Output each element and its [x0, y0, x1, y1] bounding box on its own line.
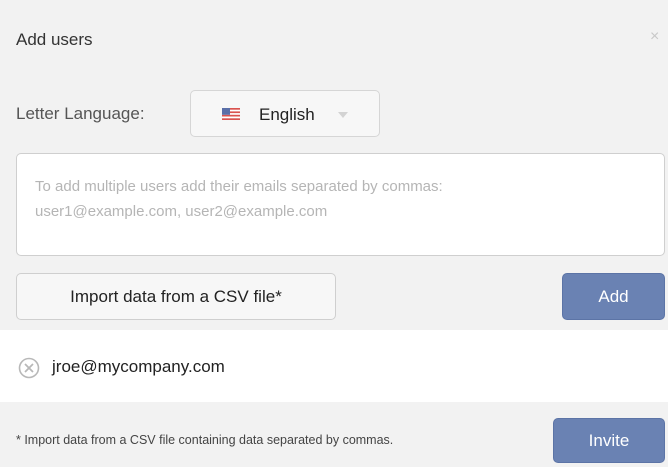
user-email: jroe@mycompany.com: [52, 357, 225, 376]
import-csv-button[interactable]: Import data from a CSV file*: [16, 273, 336, 320]
csv-footnote: * Import data from a CSV file containing…: [16, 433, 394, 447]
letter-language-label: Letter Language:: [16, 104, 145, 123]
add-users-dialog: Add users × Letter Language: English Imp…: [0, 0, 668, 467]
list-item: jroe@mycompany.com: [0, 330, 668, 402]
user-list: jroe@mycompany.com: [0, 330, 668, 402]
emails-input[interactable]: [16, 153, 665, 256]
invite-button[interactable]: Invite: [553, 418, 665, 463]
language-select[interactable]: English: [190, 90, 380, 137]
dialog-title: Add users: [16, 30, 93, 49]
language-selected-value: English: [259, 105, 315, 124]
close-icon[interactable]: ×: [650, 28, 659, 46]
chevron-down-icon: [338, 112, 348, 118]
us-flag-icon: [222, 108, 240, 120]
add-button[interactable]: Add: [562, 273, 665, 320]
remove-circle-icon[interactable]: [18, 357, 40, 379]
